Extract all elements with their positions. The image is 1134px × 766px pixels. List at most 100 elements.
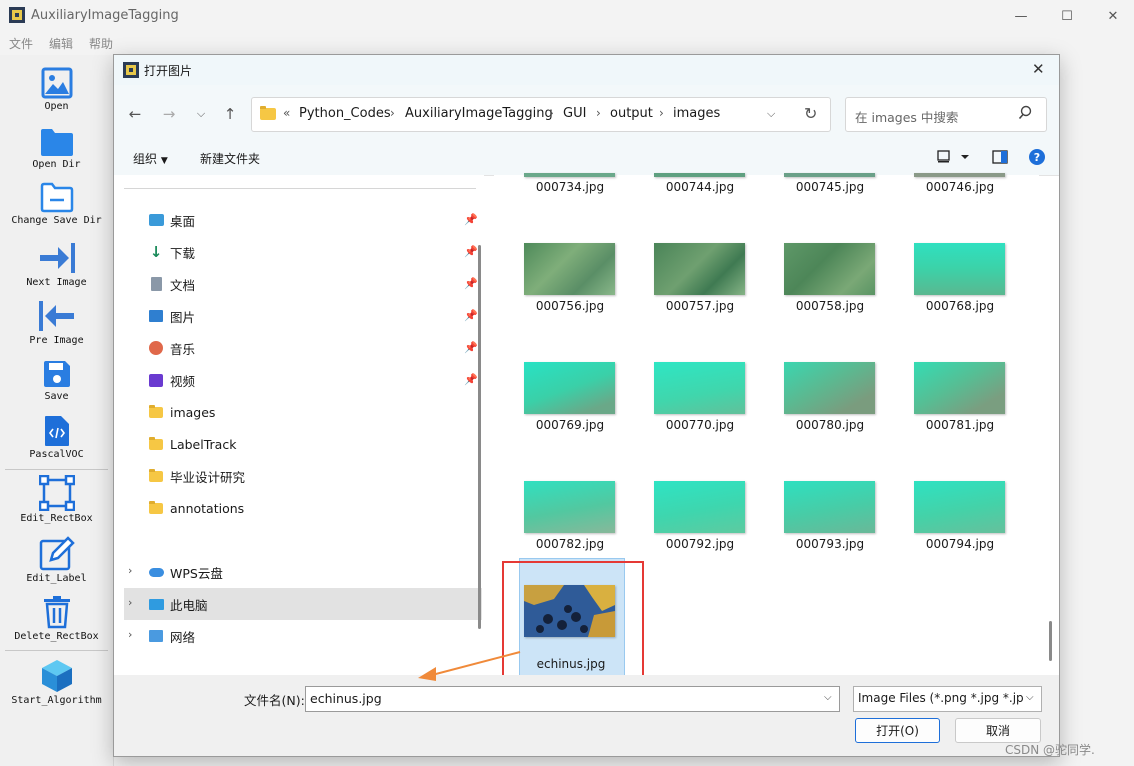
pin-icon[interactable]: 📌 (464, 309, 478, 322)
breadcrumb-overflow[interactable]: « (283, 106, 290, 120)
floppy-icon (43, 361, 70, 387)
file-type-select[interactable]: Image Files (*.png *.jpg *.jpe ⌵ (853, 686, 1042, 712)
view-mode-icon[interactable] (937, 149, 971, 168)
file-name[interactable]: 000758.jpg (770, 299, 890, 313)
open-button[interactable]: Open (0, 67, 113, 112)
file-grid-scrollbar[interactable] (1049, 621, 1052, 661)
chevron-down-icon[interactable]: ⌵ (824, 692, 832, 703)
file-name[interactable]: 000756.jpg (510, 299, 630, 313)
file-name[interactable]: 000757.jpg (640, 299, 760, 313)
refresh-icon[interactable]: ↻ (804, 104, 817, 123)
image-thumbnail[interactable] (784, 481, 875, 533)
breadcrumb-item[interactable]: output (610, 106, 653, 121)
sidebar-item-music[interactable]: 音乐 📌 (124, 332, 484, 364)
back-icon[interactable]: ← (123, 104, 147, 124)
breadcrumb-item[interactable]: GUI (563, 106, 586, 121)
file-name[interactable]: 000792.jpg (640, 537, 760, 551)
file-name[interactable]: 000769.jpg (510, 418, 630, 432)
save-button[interactable]: Save (0, 359, 113, 402)
cancel-button[interactable]: 取消 (955, 718, 1041, 743)
sidebar-item-wps-cloud[interactable]: › WPS云盘 (124, 556, 484, 588)
sidebar-item-images[interactable]: images (124, 396, 484, 428)
edit-rectbox-button[interactable]: Edit_RectBox (0, 475, 113, 524)
image-thumbnail[interactable] (784, 362, 875, 414)
file-name[interactable]: 000782.jpg (510, 537, 630, 551)
sidebar-scrollbar[interactable] (478, 245, 481, 629)
pin-icon[interactable]: 📌 (464, 341, 478, 354)
chevron-down-icon[interactable]: ⌵ (1026, 692, 1034, 703)
file-name[interactable]: 000794.jpg (900, 537, 1020, 551)
menu-file[interactable]: 文件 (9, 35, 33, 52)
sidebar-item-desktop[interactable]: 桌面 📌 (124, 204, 484, 236)
forward-icon[interactable]: → (157, 104, 181, 124)
image-thumbnail[interactable] (524, 362, 615, 414)
image-thumbnail[interactable] (914, 481, 1005, 533)
menu-edit[interactable]: 编辑 (49, 35, 73, 52)
file-name[interactable]: 000781.jpg (900, 418, 1020, 432)
image-thumbnail[interactable] (524, 243, 615, 295)
sidebar-item-documents[interactable]: 文档 📌 (124, 268, 484, 300)
file-name[interactable]: 000744.jpg (640, 180, 760, 194)
pin-icon[interactable]: 📌 (464, 245, 478, 258)
expand-chevron-icon[interactable]: › (128, 564, 132, 577)
sidebar-item-annotations[interactable]: annotations (124, 492, 484, 524)
sidebar-item-videos[interactable]: 视频 📌 (124, 364, 484, 396)
breadcrumb-item[interactable]: images (673, 106, 720, 121)
change-save-dir-button[interactable]: Change Save Dir (0, 181, 113, 226)
breadcrumb-item[interactable]: Python_Codes (299, 106, 391, 121)
image-thumbnail[interactable] (784, 243, 875, 295)
open-button[interactable]: 打开(O) (855, 718, 940, 743)
breadcrumb-item[interactable]: AuxiliaryImageTagging (405, 106, 553, 121)
open-dir-button[interactable]: Open Dir (0, 127, 113, 170)
close-button[interactable]: ✕ (1090, 0, 1134, 32)
file-name[interactable]: 000768.jpg (900, 299, 1020, 313)
file-name[interactable]: 000770.jpg (640, 418, 760, 432)
pascalvoc-button[interactable]: PascalVOC (0, 415, 113, 460)
image-thumbnail[interactable] (654, 362, 745, 414)
pin-icon[interactable]: 📌 (464, 213, 478, 226)
pin-icon[interactable]: 📌 (464, 373, 478, 386)
minimize-button[interactable]: — (998, 0, 1044, 32)
sidebar-item-labeltrack[interactable]: LabelTrack (124, 428, 484, 460)
sidebar-item-pictures[interactable]: 图片 📌 (124, 300, 484, 332)
file-name[interactable]: 000745.jpg (770, 180, 890, 194)
organize-button[interactable]: 组织 ▼ (133, 150, 168, 167)
help-icon[interactable]: ? (1028, 148, 1046, 169)
menu-help[interactable]: 帮助 (89, 35, 113, 52)
pre-image-button[interactable]: Pre Image (0, 299, 113, 346)
sidebar-item-downloads[interactable]: ↓ 下载 📌 (124, 236, 484, 268)
file-name[interactable]: 000746.jpg (900, 180, 1020, 194)
start-algorithm-button[interactable]: Start_Algorithm (0, 659, 113, 706)
recent-locations-icon[interactable]: ⌵ (189, 104, 213, 124)
maximize-button[interactable]: ☐ (1044, 0, 1090, 32)
pin-icon[interactable]: 📌 (464, 277, 478, 290)
image-thumbnail[interactable] (654, 481, 745, 533)
sidebar-item-research[interactable]: 毕业设计研究 (124, 460, 484, 492)
image-thumbnail[interactable] (524, 173, 615, 177)
image-thumbnail[interactable] (914, 362, 1005, 414)
next-image-button[interactable]: Next Image (0, 241, 113, 288)
image-thumbnail[interactable] (654, 243, 745, 295)
image-thumbnail[interactable] (914, 243, 1005, 295)
up-icon[interactable]: ↑ (218, 104, 242, 124)
image-thumbnail[interactable] (784, 173, 875, 177)
search-box[interactable]: 在 images 中搜索 (845, 97, 1047, 132)
file-name[interactable]: 000793.jpg (770, 537, 890, 551)
image-thumbnail[interactable] (914, 173, 1005, 177)
file-name[interactable]: 000734.jpg (510, 180, 630, 194)
search-icon[interactable] (1018, 103, 1032, 126)
sidebar-item-this-pc[interactable]: › 此电脑 (124, 588, 482, 620)
file-name[interactable]: 000780.jpg (770, 418, 890, 432)
expand-chevron-icon[interactable]: › (128, 628, 132, 641)
edit-label-button[interactable]: Edit_Label (0, 535, 113, 584)
new-folder-button[interactable]: 新建文件夹 (200, 150, 260, 167)
preview-pane-icon[interactable] (992, 149, 1008, 168)
delete-rectbox-button[interactable]: Delete_RectBox (0, 595, 113, 642)
expand-chevron-icon[interactable]: › (128, 596, 132, 609)
address-dropdown-icon[interactable]: ⌵ (767, 107, 775, 121)
image-thumbnail[interactable] (654, 173, 745, 177)
dialog-close-icon[interactable]: ✕ (1032, 60, 1045, 78)
filename-input[interactable]: echinus.jpg ⌵ (305, 686, 840, 712)
image-thumbnail[interactable] (524, 481, 615, 533)
address-bar[interactable]: « Python_Codes › AuxiliaryImageTagging ›… (251, 97, 831, 132)
